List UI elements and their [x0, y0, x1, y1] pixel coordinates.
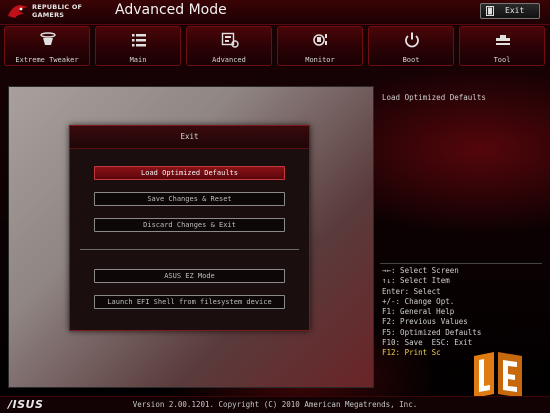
tab-extreme-tweaker[interactable]: Extreme Tweaker	[4, 26, 90, 66]
mode-title: Advanced Mode	[115, 2, 227, 18]
tab-label: Monitor	[305, 56, 335, 64]
key-select-item: ↑↓: Select Item	[382, 276, 450, 286]
load-optimized-defaults-button[interactable]: Load Optimized Defaults	[94, 166, 285, 180]
asus-ez-mode-button[interactable]: ASUS EZ Mode	[94, 269, 285, 283]
monitor-icon	[313, 34, 327, 46]
tab-label: Tool	[493, 56, 511, 64]
key-f10-esc: F10: Save ESC: Exit	[382, 338, 473, 348]
key-change-opt: +/-: Change Opt.	[382, 296, 455, 306]
rog-logo-icon	[8, 5, 28, 18]
key-f5: F5: Optimized Defaults	[382, 327, 482, 337]
discard-changes-exit-button[interactable]: Discard Changes & Exit	[94, 218, 285, 232]
key-enter: Enter: Select	[382, 286, 441, 296]
exit-dialog: Exit Load Optimized Defaults Save Change…	[69, 125, 310, 331]
tab-main[interactable]: Main	[95, 26, 181, 66]
bios-screen: REPUBLIC OF GAMERS Advanced Mode Exit Ex…	[0, 0, 550, 413]
brand-text: REPUBLIC OF GAMERS	[32, 3, 82, 19]
advanced-icon	[221, 32, 239, 48]
tool-icon	[496, 35, 510, 45]
exit-button[interactable]: Exit	[480, 3, 540, 19]
tab-label: Extreme Tweaker	[15, 56, 79, 64]
key-f2: F2: Previous Values	[382, 317, 468, 327]
brand-line1: REPUBLIC OF	[32, 3, 83, 11]
dialog-header: Exit	[70, 126, 309, 149]
tab-label: Main	[129, 56, 147, 64]
tab-label: Advanced	[212, 56, 246, 64]
key-legend: →←: Select Screen ↑↓: Select Item Enter:…	[382, 266, 481, 359]
key-f12: F12: Print Sc	[382, 348, 441, 358]
tab-bar: Extreme Tweaker Main Advanced Monitor Bo…	[0, 26, 550, 68]
tab-boot[interactable]: Boot	[368, 26, 454, 66]
tab-advanced[interactable]: Advanced	[186, 26, 272, 66]
tweaker-icon	[40, 32, 56, 45]
save-changes-reset-button[interactable]: Save Changes & Reset	[94, 192, 285, 206]
help-divider	[380, 263, 542, 264]
watermark-logo-icon	[474, 352, 522, 398]
exit-button-label: Exit	[505, 6, 525, 15]
tab-monitor[interactable]: Monitor	[277, 26, 363, 66]
help-description: Load Optimized Defaults	[382, 93, 486, 102]
list-icon	[132, 34, 146, 47]
dialog-title: Exit	[180, 132, 199, 141]
key-select-screen: →←: Select Screen	[382, 266, 459, 275]
power-icon	[405, 32, 419, 48]
tab-label: Boot	[402, 56, 420, 64]
version-text: Version 2.00.1201. Copyright (C) 2010 Am…	[132, 400, 418, 409]
footer-bar: /ISUS Version 2.00.1201. Copyright (C) 2…	[0, 396, 550, 413]
key-f1: F1: General Help	[382, 307, 455, 317]
top-bar: REPUBLIC OF GAMERS Advanced Mode Exit	[0, 0, 550, 25]
brand-line2: GAMERS	[32, 11, 65, 19]
dialog-divider	[80, 249, 299, 250]
launch-efi-shell-button[interactable]: Launch EFI Shell from filesystem device	[94, 295, 285, 309]
tab-tool[interactable]: Tool	[459, 26, 545, 66]
exit-door-icon	[486, 6, 494, 16]
